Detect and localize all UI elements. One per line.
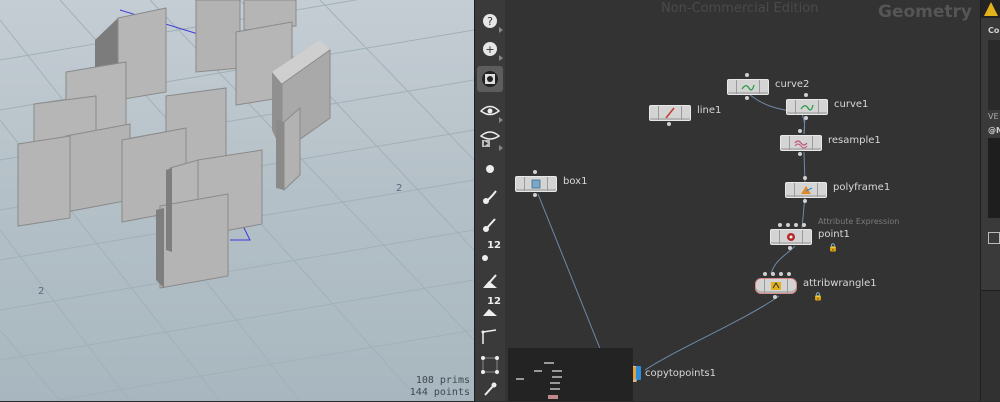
uv-edge-icon[interactable]	[477, 324, 503, 350]
line-icon	[665, 107, 675, 119]
point-normal-icon[interactable]	[477, 212, 503, 238]
node-input[interactable]	[802, 223, 806, 227]
option-checkbox[interactable]	[988, 232, 1000, 244]
node-label: curve2	[775, 79, 810, 90]
curve-icon	[741, 84, 755, 91]
display-flag[interactable]	[636, 366, 641, 380]
curve-icon	[800, 104, 814, 111]
node-input[interactable]	[745, 73, 749, 77]
node-output[interactable]	[804, 116, 808, 120]
node-input[interactable]	[778, 223, 782, 227]
polyframe-icon	[801, 186, 813, 194]
prim-normal-icon[interactable]	[477, 268, 503, 294]
svg-text:+: +	[485, 43, 494, 56]
node-tile	[786, 99, 828, 115]
node-output[interactable]	[533, 193, 537, 197]
minimap-node	[552, 370, 562, 372]
axis-mark: 2	[38, 286, 44, 297]
scene-viewport[interactable]: 2 2 108 prims 144 points	[0, 0, 474, 401]
axis-mark: 2	[396, 183, 402, 194]
parameter-panel: Co VE @N	[980, 0, 1000, 401]
node-input[interactable]	[779, 272, 783, 276]
svg-text:?: ?	[487, 15, 493, 28]
node-input[interactable]	[771, 272, 775, 276]
point-number-label: 12	[487, 240, 501, 251]
node-tile	[780, 135, 822, 151]
node-tile	[770, 229, 812, 245]
viewport-scene: 2 2	[0, 0, 474, 401]
node-output[interactable]	[667, 122, 671, 126]
prim-number-icon[interactable]: 12	[477, 296, 503, 322]
node-output[interactable]	[773, 295, 777, 299]
visibility-eye-icon[interactable]	[477, 98, 503, 124]
network-minimap[interactable]	[508, 348, 633, 401]
node-input[interactable]	[533, 170, 537, 174]
point-number-icon[interactable]: 12	[477, 240, 503, 266]
wall-panels	[17, 0, 331, 289]
node-label: attribwrangle1	[803, 278, 877, 289]
minimap-node	[544, 362, 554, 364]
display-options-toolbar: ? + 12 12	[474, 0, 506, 401]
node-output[interactable]	[788, 246, 792, 250]
panel-area	[988, 40, 1000, 110]
box-icon	[531, 179, 541, 189]
point-expr-icon	[787, 233, 795, 241]
node-tile	[755, 278, 797, 294]
vex-code-field[interactable]	[988, 138, 1000, 218]
node-tile	[515, 176, 557, 192]
node-tile	[785, 182, 827, 198]
node-label: curve1	[834, 99, 869, 110]
pose-icon[interactable]	[477, 376, 503, 402]
node-wires	[537, 93, 806, 371]
wrangle-icon	[771, 282, 781, 290]
minimap-node	[550, 382, 560, 384]
point-count: 144 points	[409, 387, 470, 398]
node-output[interactable]	[798, 152, 802, 156]
node-input[interactable]	[803, 176, 807, 180]
node-label: point1	[818, 229, 850, 240]
minimap-node	[550, 388, 560, 390]
node-input[interactable]	[763, 272, 767, 276]
node-comment: Attribute Expression	[818, 217, 900, 226]
code-snippet: @N	[988, 126, 1000, 135]
prim-number-label: 12	[487, 296, 501, 307]
node-output[interactable]	[803, 199, 807, 203]
panel-lower	[981, 290, 1000, 401]
minimap-node	[516, 378, 524, 380]
node-input[interactable]	[794, 223, 798, 227]
panel-header	[981, 0, 1000, 18]
light-icon[interactable]: ?	[477, 8, 503, 34]
node-input[interactable]	[804, 93, 808, 97]
snap-grid-icon[interactable]	[477, 352, 503, 378]
geometry-stats: 108 prims 144 points	[410, 375, 470, 399]
node-label: copytopoints1	[645, 368, 716, 379]
panel-tab-label[interactable]: Co	[988, 26, 999, 35]
node-input[interactable]	[787, 272, 791, 276]
node-label: box1	[563, 176, 588, 187]
prim-count: 108 prims	[415, 375, 470, 386]
network-editor[interactable]: Non-Commercial Edition Geometry curve2 c…	[505, 0, 980, 401]
point-icon[interactable]	[477, 156, 503, 182]
normal-icon[interactable]	[477, 184, 503, 210]
node-input[interactable]	[798, 129, 802, 133]
minimap-node	[548, 395, 558, 399]
section-label: VE	[988, 112, 999, 121]
node-tile	[727, 79, 769, 95]
resample-icon	[794, 140, 808, 149]
minimap-node	[534, 370, 542, 372]
node-label: polyframe1	[833, 182, 891, 193]
lock-icon[interactable]: 🔒	[828, 243, 838, 252]
node-label: line1	[697, 105, 722, 116]
minimap-node	[552, 376, 562, 378]
display-icon[interactable]	[477, 66, 503, 92]
node-input[interactable]	[786, 223, 790, 227]
add-light-icon[interactable]: +	[477, 36, 503, 62]
lock-icon[interactable]: 🔒	[813, 292, 823, 301]
node-label: resample1	[828, 135, 881, 146]
node-output[interactable]	[745, 96, 749, 100]
render-eye-icon[interactable]	[477, 126, 503, 152]
node-tile	[649, 105, 691, 121]
